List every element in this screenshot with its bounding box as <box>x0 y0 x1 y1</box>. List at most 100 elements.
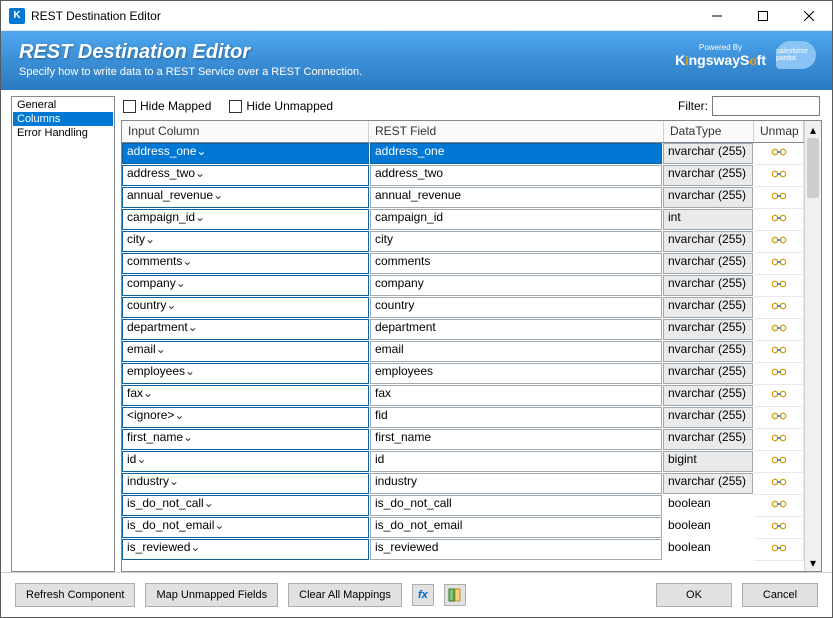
unmap-button[interactable] <box>754 165 804 187</box>
table-row[interactable]: address_two⌄address_twonvarchar (255) <box>122 165 804 187</box>
input-column-dropdown[interactable]: comments⌄ <box>122 253 369 274</box>
input-column-dropdown[interactable]: employees⌄ <box>122 363 369 384</box>
close-button[interactable] <box>786 1 832 31</box>
rest-field-cell[interactable]: email <box>370 341 662 362</box>
minimize-button[interactable] <box>694 1 740 31</box>
input-column-dropdown[interactable]: <ignore>⌄ <box>122 407 369 428</box>
hide-unmapped-checkbox[interactable]: Hide Unmapped <box>229 99 333 113</box>
rest-field-cell[interactable]: address_two <box>370 165 662 186</box>
unmap-button[interactable] <box>754 275 804 297</box>
table-row[interactable]: annual_revenue⌄annual_revenuenvarchar (2… <box>122 187 804 209</box>
input-column-dropdown[interactable]: is_reviewed⌄ <box>122 539 369 560</box>
rest-field-cell[interactable]: campaign_id <box>370 209 662 230</box>
rest-field-cell[interactable]: id <box>370 451 662 472</box>
unmap-button[interactable] <box>754 209 804 231</box>
table-row[interactable]: is_do_not_call⌄is_do_not_callboolean <box>122 495 804 517</box>
maximize-button[interactable] <box>740 1 786 31</box>
cancel-button[interactable]: Cancel <box>742 583 818 607</box>
rest-field-cell[interactable]: address_one <box>370 143 662 164</box>
rest-field-cell[interactable]: is_do_not_call <box>370 495 662 516</box>
column-options-button[interactable] <box>444 584 466 606</box>
table-row[interactable]: industry⌄industrynvarchar (255) <box>122 473 804 495</box>
rest-field-cell[interactable]: department <box>370 319 662 340</box>
sidebar-item-general[interactable]: General <box>13 98 113 112</box>
unmap-button[interactable] <box>754 385 804 407</box>
unmap-button[interactable] <box>754 517 804 539</box>
table-row[interactable]: id⌄idbigint <box>122 451 804 473</box>
input-column-dropdown[interactable]: city⌄ <box>122 231 369 252</box>
column-header-unmap[interactable]: Unmap <box>754 121 804 142</box>
input-column-dropdown[interactable]: country⌄ <box>122 297 369 318</box>
rest-field-cell[interactable]: annual_revenue <box>370 187 662 208</box>
hide-mapped-checkbox[interactable]: Hide Mapped <box>123 99 211 113</box>
unmap-button[interactable] <box>754 451 804 473</box>
unmap-button[interactable] <box>754 187 804 209</box>
table-row[interactable]: employees⌄employeesnvarchar (255) <box>122 363 804 385</box>
rest-field-cell[interactable]: comments <box>370 253 662 274</box>
table-row[interactable]: campaign_id⌄campaign_idint <box>122 209 804 231</box>
expression-button[interactable]: fx <box>412 584 434 606</box>
table-row[interactable]: is_do_not_email⌄is_do_not_emailboolean <box>122 517 804 539</box>
vertical-scrollbar[interactable]: ▴ ▾ <box>804 121 821 571</box>
table-row[interactable]: address_one⌄address_onenvarchar (255) <box>122 143 804 165</box>
unmap-button[interactable] <box>754 253 804 275</box>
rest-field-cell[interactable]: employees <box>370 363 662 384</box>
rest-field-cell[interactable]: company <box>370 275 662 296</box>
input-column-dropdown[interactable]: company⌄ <box>122 275 369 296</box>
unmap-button[interactable] <box>754 341 804 363</box>
clear-all-mappings-button[interactable]: Clear All Mappings <box>288 583 402 607</box>
filter-input[interactable] <box>712 96 820 116</box>
input-column-dropdown[interactable]: fax⌄ <box>122 385 369 406</box>
rest-field-cell[interactable]: first_name <box>370 429 662 450</box>
input-column-dropdown[interactable]: address_two⌄ <box>122 165 369 186</box>
input-column-dropdown[interactable]: annual_revenue⌄ <box>122 187 369 208</box>
scroll-up-button[interactable]: ▴ <box>805 121 821 138</box>
input-column-dropdown[interactable]: is_do_not_call⌄ <box>122 495 369 516</box>
input-column-dropdown[interactable]: id⌄ <box>122 451 369 472</box>
map-unmapped-button[interactable]: Map Unmapped Fields <box>145 583 278 607</box>
refresh-component-button[interactable]: Refresh Component <box>15 583 135 607</box>
table-row[interactable]: first_name⌄first_namenvarchar (255) <box>122 429 804 451</box>
unmap-button[interactable] <box>754 297 804 319</box>
table-row[interactable]: company⌄companynvarchar (255) <box>122 275 804 297</box>
rest-field-cell[interactable]: is_do_not_email <box>370 517 662 538</box>
column-header-datatype[interactable]: DataType <box>664 121 754 142</box>
rest-field-cell[interactable]: industry <box>370 473 662 494</box>
unmap-button[interactable] <box>754 539 804 561</box>
column-header-rest[interactable]: REST Field <box>369 121 664 142</box>
table-row[interactable]: fax⌄faxnvarchar (255) <box>122 385 804 407</box>
input-column-dropdown[interactable]: industry⌄ <box>122 473 369 494</box>
table-row[interactable]: is_reviewed⌄is_reviewedboolean <box>122 539 804 561</box>
unmap-button[interactable] <box>754 143 804 165</box>
table-row[interactable]: city⌄citynvarchar (255) <box>122 231 804 253</box>
ok-button[interactable]: OK <box>656 583 732 607</box>
table-row[interactable]: <ignore>⌄fidnvarchar (255) <box>122 407 804 429</box>
rest-field-cell[interactable]: country <box>370 297 662 318</box>
rest-field-cell[interactable]: is_reviewed <box>370 539 662 560</box>
unmap-button[interactable] <box>754 429 804 451</box>
input-column-dropdown[interactable]: address_one⌄ <box>122 143 369 164</box>
unmap-button[interactable] <box>754 473 804 495</box>
sidebar-item-error-handling[interactable]: Error Handling <box>13 126 113 140</box>
column-header-input[interactable]: Input Column <box>122 121 369 142</box>
table-row[interactable]: comments⌄commentsnvarchar (255) <box>122 253 804 275</box>
rest-field-cell[interactable]: city <box>370 231 662 252</box>
unmap-button[interactable] <box>754 407 804 429</box>
input-column-dropdown[interactable]: first_name⌄ <box>122 429 369 450</box>
table-row[interactable]: country⌄countrynvarchar (255) <box>122 297 804 319</box>
unmap-button[interactable] <box>754 495 804 517</box>
unmap-button[interactable] <box>754 363 804 385</box>
table-row[interactable]: email⌄emailnvarchar (255) <box>122 341 804 363</box>
rest-field-cell[interactable]: fax <box>370 385 662 406</box>
rest-field-cell[interactable]: fid <box>370 407 662 428</box>
scroll-down-button[interactable]: ▾ <box>805 554 821 571</box>
scroll-thumb[interactable] <box>807 138 819 198</box>
input-column-dropdown[interactable]: campaign_id⌄ <box>122 209 369 230</box>
input-column-dropdown[interactable]: email⌄ <box>122 341 369 362</box>
input-column-dropdown[interactable]: department⌄ <box>122 319 369 340</box>
table-row[interactable]: department⌄departmentnvarchar (255) <box>122 319 804 341</box>
unmap-button[interactable] <box>754 231 804 253</box>
unmap-button[interactable] <box>754 319 804 341</box>
input-column-dropdown[interactable]: is_do_not_email⌄ <box>122 517 369 538</box>
sidebar-item-columns[interactable]: Columns <box>13 112 113 126</box>
